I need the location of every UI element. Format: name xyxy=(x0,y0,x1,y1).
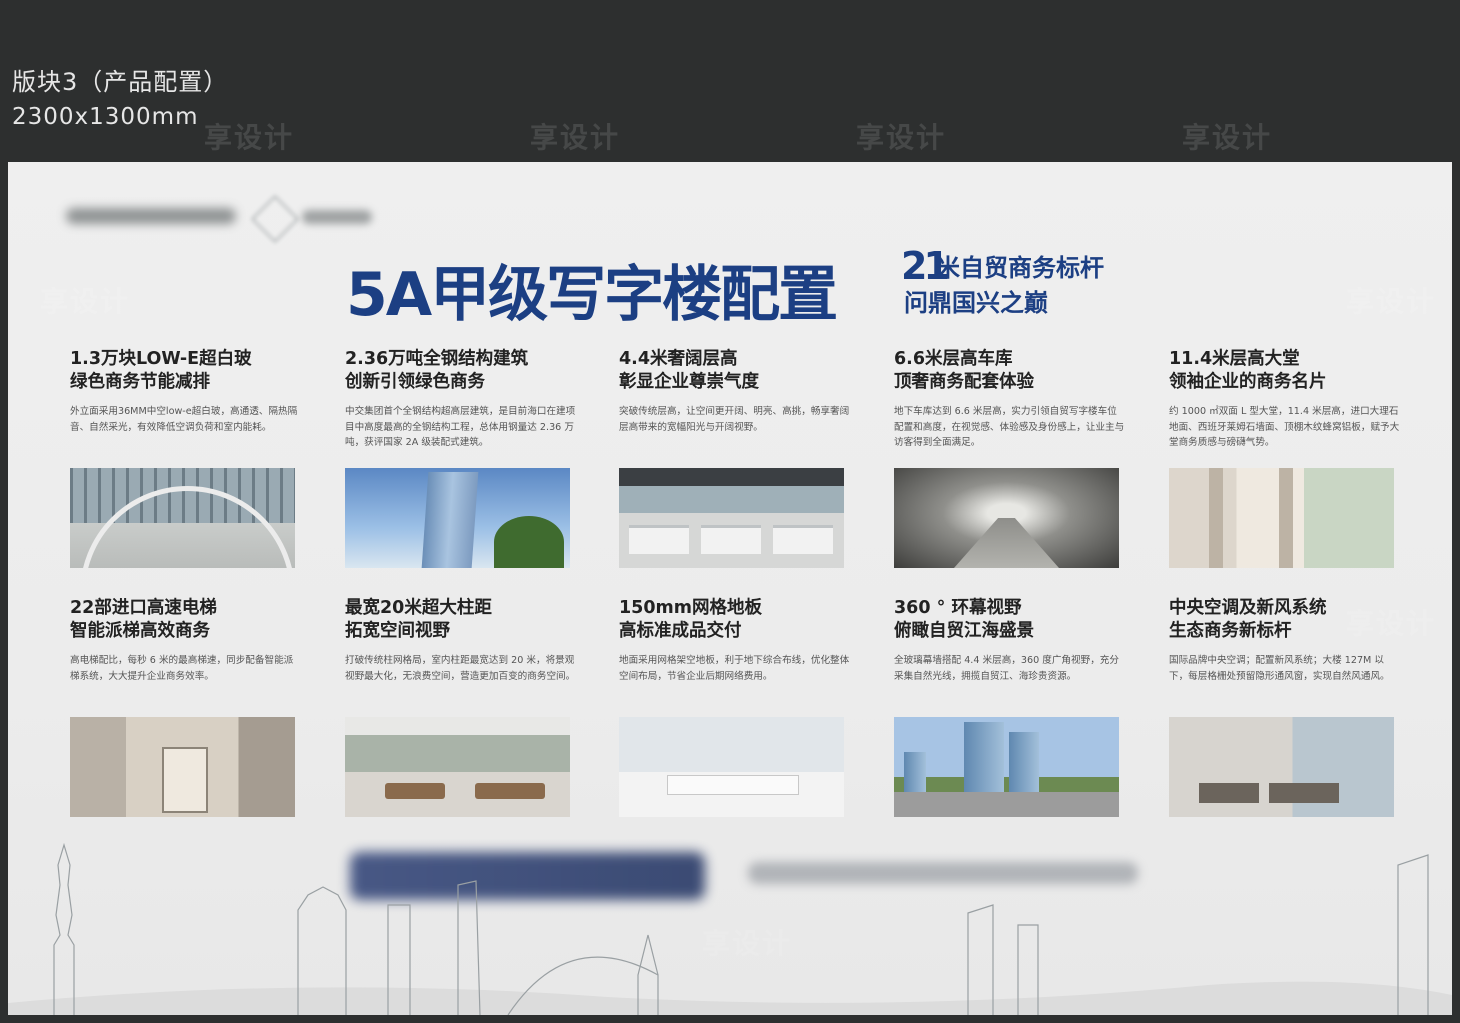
feature-card: 11.4米层高大堂 领袖企业的商务名片 约 1000 ㎡双面 L 型大堂，11.… xyxy=(1169,348,1405,568)
feature-description: 高电梯配比，每秒 6 米的最高梯速，同步配备智能派梯系统，大大提升企业商务效率。 xyxy=(70,655,294,682)
feature-heading: 11.4米层高大堂 xyxy=(1169,349,1300,369)
developer-logo xyxy=(66,194,396,244)
watermark: 享设计 xyxy=(1346,285,1437,318)
city-skyline xyxy=(8,842,1452,1015)
watermark: 享设计 xyxy=(40,285,131,318)
feature-heading: 2.36万吨全钢结构建筑 xyxy=(345,349,529,369)
garage-photo xyxy=(894,468,1119,568)
feature-heading: 6.6米层高车库 xyxy=(894,349,1013,369)
main-title: 5A甲级写字楼配置 xyxy=(346,260,838,330)
feature-subheading: 创新引领绿色商务 xyxy=(345,372,485,392)
facade-photo xyxy=(70,468,295,568)
feature-description: 国际品牌中央空调；配置新风系统；大楼 127M 以下，每层格栅处预留隐形通风窗，… xyxy=(1169,655,1390,682)
feature-card: 4.4米奢阔层高 彰显企业尊崇气度 突破传统层高，让空间更开阔、明亮、高挑，畅享… xyxy=(619,348,855,568)
feature-card: 360 ° 环幕视野 俯瞰自贸江海盛景 全玻璃幕墙搭配 4.4 米层高，360 … xyxy=(894,597,1130,817)
feature-description: 约 1000 ㎡双面 L 型大堂，11.4 米层高，进口大理石地面、西班牙莱姆石… xyxy=(1169,406,1400,448)
feature-description: 全玻璃幕墙搭配 4.4 米层高，360 度广角视野，充分采集自然光线，拥揽自贸江… xyxy=(894,655,1119,682)
watermark: 享设计 xyxy=(856,121,947,154)
feature-heading: 1.3万块LOW-E超白玻 xyxy=(70,349,252,369)
feature-description: 外立面采用36MM中空low-e超白玻，高通透、隔热隔音、自然采光，有效降低空调… xyxy=(70,406,298,433)
feature-card: 150mm网格地板 高标准成品交付 地面采用网格架空地板，利于地下综合布线，优化… xyxy=(619,597,855,817)
office-photo xyxy=(619,468,844,568)
feature-description: 打破传统柱网格局，室内柱距最宽达到 20 米，将景观视野最大化，无浪费空间，营造… xyxy=(345,655,576,682)
tower-view-photo xyxy=(894,717,1119,817)
feature-card: 最宽20米超大柱距 拓宽空间视野 打破传统柱网格局，室内柱距最宽达到 20 米，… xyxy=(345,597,581,817)
feature-heading: 最宽20米超大柱距 xyxy=(345,598,492,618)
feature-subheading: 高标准成品交付 xyxy=(619,621,742,641)
watermark: 享设计 xyxy=(204,121,295,154)
watermark: 享设计 xyxy=(1182,121,1273,154)
feature-description: 突破传统层高，让空间更开阔、明亮、高挑，畅享奢阔层高带来的宽幅阳光与开阔视野。 xyxy=(619,406,850,433)
tower-photo xyxy=(345,468,570,568)
meeting-room-photo xyxy=(619,717,844,817)
feature-subheading: 智能派梯高效商务 xyxy=(70,621,210,641)
feature-subheading: 顶奢商务配套体验 xyxy=(894,372,1034,392)
feature-card: 22部进口高速电梯 智能派梯高效商务 高电梯配比，每秒 6 米的最高梯速，同步配… xyxy=(70,597,306,817)
feature-heading: 22部进口高速电梯 xyxy=(70,598,217,618)
display-board: 5A甲级写字楼配置 21 米自贸商务标杆 问鼎国兴之巅 1.3万块LOW-E超白… xyxy=(8,162,1452,1015)
elevator-photo xyxy=(70,717,295,817)
section-title: 版块3（产品配置） xyxy=(12,68,229,96)
feature-subheading: 俯瞰自贸江海盛景 xyxy=(894,621,1034,641)
feature-description: 地面采用网格架空地板，利于地下综合布线，优化整体空间布局，节省企业后期网络费用。 xyxy=(619,655,850,682)
workspace-photo xyxy=(1169,717,1394,817)
feature-card: 1.3万块LOW-E超白玻 绿色商务节能减排 外立面采用36MM中空low-e超… xyxy=(70,348,306,568)
dimensions-label: 2300x1300mm xyxy=(12,104,199,130)
watermark: 享设计 xyxy=(702,927,793,960)
feature-subheading: 彰显企业尊崇气度 xyxy=(619,372,759,392)
lobby-photo xyxy=(1169,468,1394,568)
feature-heading: 150mm网格地板 xyxy=(619,598,762,618)
watermark: 享设计 xyxy=(1346,607,1437,640)
feature-heading: 4.4米奢阔层高 xyxy=(619,349,738,369)
feature-description: 地下车库达到 6.6 米层高，实力引领自贸写字楼车位配置和高度，在视觉感、体验感… xyxy=(894,406,1125,448)
watermark: 享设计 xyxy=(530,121,621,154)
feature-subheading: 绿色商务节能减排 xyxy=(70,372,210,392)
feature-subheading: 领袖企业的商务名片 xyxy=(1169,372,1327,392)
tagline-line2: 问鼎国兴之巅 xyxy=(904,289,1048,317)
tagline-line1: 米自贸商务标杆 xyxy=(936,254,1104,282)
feature-card: 2.36万吨全钢结构建筑 创新引领绿色商务 中交集团首个全钢结构超高层建筑，是目… xyxy=(345,348,581,568)
feature-subheading: 拓宽空间视野 xyxy=(345,621,450,641)
lounge-photo xyxy=(345,717,570,817)
logo-icon xyxy=(250,194,300,244)
feature-description: 中交集团首个全钢结构超高层建筑，是目前海口在建项目中高度最高的全钢结构工程，总体… xyxy=(345,406,576,448)
feature-card: 6.6米层高车库 顶奢商务配套体验 地下车库达到 6.6 米层高，实力引领自贸写… xyxy=(894,348,1130,568)
feature-heading: 360 ° 环幕视野 xyxy=(894,598,1022,618)
